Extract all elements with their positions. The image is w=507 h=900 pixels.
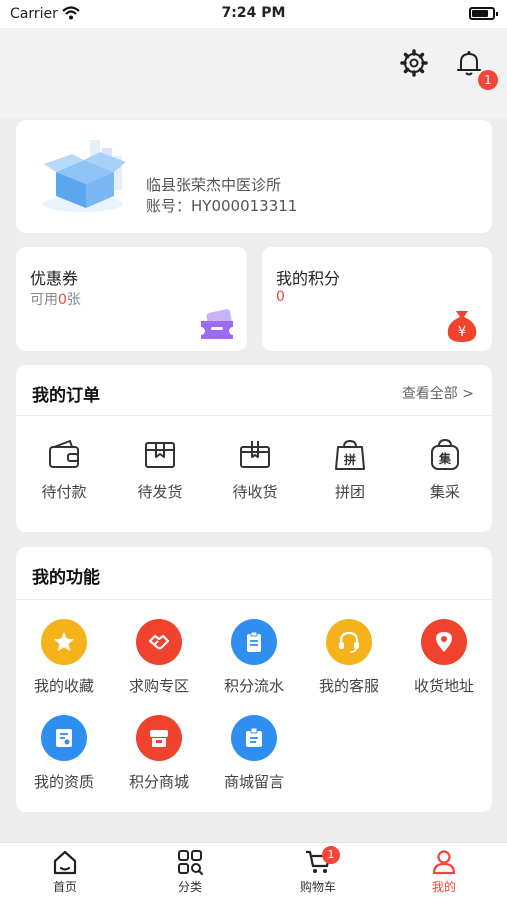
feature-favorites[interactable]: 我的收藏: [18, 619, 110, 696]
feature-purchase-request[interactable]: 求购专区: [113, 619, 205, 696]
feature-points-history[interactable]: 积分流水: [208, 619, 300, 696]
order-pending-receipt[interactable]: 待收货: [220, 437, 290, 502]
money-bag-icon: ¥: [447, 311, 477, 342]
home-icon: [53, 850, 77, 875]
battery-icon: [469, 7, 498, 20]
svg-text:集: 集: [438, 451, 452, 466]
profile-card[interactable]: 临县张荣杰中医诊所 账号：HY000013311: [16, 120, 492, 233]
feature-mall-messages[interactable]: 商城留言: [208, 715, 300, 792]
view-all-orders-link[interactable]: 查看全部 >: [402, 383, 474, 403]
status-bar: Carrier 7:24 PM: [0, 0, 507, 28]
feature-customer-service[interactable]: 我的客服: [303, 619, 395, 696]
notification-count-badge: 1: [478, 70, 498, 90]
my-orders-section: 我的订单 查看全部 > 待付款 待发货 待收货 拼 拼团 集 集采: [16, 365, 492, 532]
category-grid-icon: [178, 850, 203, 875]
bottom-tab-bar: 首页 分类 购物车 我的: [0, 842, 507, 900]
clinic-name: 临县张荣杰中医诊所: [146, 176, 282, 194]
tab-category[interactable]: 分类: [150, 848, 230, 895]
points-title: 我的积分: [276, 269, 341, 288]
divider: [16, 415, 492, 416]
wallet-icon: [49, 440, 79, 468]
coupon-title: 优惠券: [30, 269, 79, 288]
user-icon: [432, 850, 456, 875]
my-features-section: 我的功能 我的收藏 求购专区 积分流水 我的客服 收货地址 我的资质 积分商城 …: [16, 547, 492, 812]
tab-mine[interactable]: 我的: [404, 848, 484, 895]
points-card[interactable]: 我的积分 0 ¥: [262, 247, 492, 351]
store-icon: [136, 715, 182, 761]
coupon-card[interactable]: 优惠券 可用0张: [16, 247, 247, 351]
coupon-available: 可用0张: [30, 292, 81, 308]
bulk-purchase-bag-icon: 集: [431, 438, 459, 470]
orders-title: 我的订单: [32, 386, 100, 406]
store-box-illustration: [43, 140, 126, 212]
svg-text:拼: 拼: [344, 452, 356, 467]
star-icon: [41, 619, 87, 665]
order-pending-payment[interactable]: 待付款: [29, 437, 99, 502]
feature-points-mall[interactable]: 积分商城: [113, 715, 205, 792]
certificate-icon: [41, 715, 87, 761]
coupon-ticket-icon: [201, 309, 233, 339]
message-board-icon: [231, 715, 277, 761]
svg-text:¥: ¥: [458, 325, 466, 340]
order-group-buy[interactable]: 拼 拼团: [315, 437, 385, 502]
handshake-icon: [136, 619, 182, 665]
order-bulk-purchase[interactable]: 集 集采: [410, 437, 480, 502]
location-pin-icon: [421, 619, 467, 665]
feature-qualifications[interactable]: 我的资质: [18, 715, 110, 792]
profile-header: [0, 28, 507, 118]
group-buy-bag-icon: 拼: [335, 439, 365, 470]
order-pending-shipment[interactable]: 待发货: [125, 437, 195, 502]
clipboard-icon: [231, 619, 277, 665]
settings-gear-icon[interactable]: [399, 48, 429, 78]
receive-box-icon: [240, 441, 270, 468]
clock: 7:24 PM: [221, 5, 286, 21]
tab-home[interactable]: 首页: [25, 848, 105, 895]
tab-cart[interactable]: 购物车: [278, 848, 358, 895]
features-title: 我的功能: [32, 568, 100, 588]
cart-count-badge: 1: [322, 846, 340, 864]
feature-shipping-address[interactable]: 收货地址: [398, 619, 490, 696]
package-icon: [145, 442, 175, 468]
account-number: 账号：HY000013311: [146, 197, 298, 215]
points-value: 0: [276, 289, 285, 305]
headset-icon: [326, 619, 372, 665]
divider: [16, 599, 492, 600]
